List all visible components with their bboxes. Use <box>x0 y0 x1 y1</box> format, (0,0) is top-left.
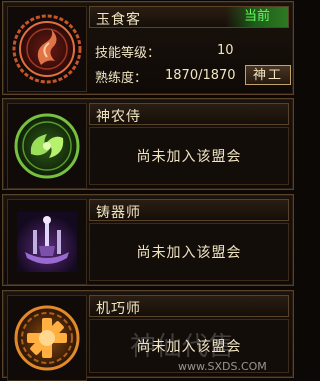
proficiency-label: 熟练度： <box>95 71 148 86</box>
yushike-emblem-icon <box>12 14 82 84</box>
shennong-leaf-emblem-icon <box>14 113 80 179</box>
emblem-frame <box>7 295 87 381</box>
emblem-frame <box>7 6 87 92</box>
guild-card-yushike[interactable]: 玉食客 当前 技能等级： 10 熟练度： 1870/1870 神工 <box>2 1 294 95</box>
card-title: 铸器师 <box>96 205 141 221</box>
title-bar: 玉食客 当前 <box>89 6 289 28</box>
proficiency-value: 1870/1870 <box>165 68 236 83</box>
card-title: 玉食客 <box>96 12 141 28</box>
watermark-url: www.SXDS.COM <box>178 360 267 373</box>
emblem-frame <box>7 199 87 285</box>
title-bar: 神农侍 <box>89 103 289 125</box>
skill-level-value: 10 <box>217 43 234 58</box>
watermark: 神仙代售 www.SXDS.COM <box>130 326 294 376</box>
current-status-badge: 当前 <box>226 7 288 27</box>
gear-emblem-icon <box>14 305 80 371</box>
rank-button[interactable]: 神工 <box>245 65 291 85</box>
guild-status-text: 尚未加入该盟会 <box>89 127 289 185</box>
forge-weapons-emblem-icon <box>17 212 77 272</box>
guild-status-text: 尚未加入该盟会 <box>89 223 289 281</box>
watermark-text: 神仙代售 <box>130 332 235 362</box>
guild-card-zhuqishi[interactable]: 铸器师 尚未加入该盟会 <box>2 194 294 286</box>
emblem-frame <box>7 103 87 189</box>
card-title: 机巧师 <box>96 301 141 317</box>
title-bar: 铸器师 <box>89 199 289 221</box>
title-bar: 机巧师 <box>89 295 289 317</box>
skill-level-label: 技能等级： <box>95 46 161 61</box>
guild-card-shennongshi[interactable]: 神农侍 尚未加入该盟会 <box>2 98 294 190</box>
card-title: 神农侍 <box>96 109 141 125</box>
